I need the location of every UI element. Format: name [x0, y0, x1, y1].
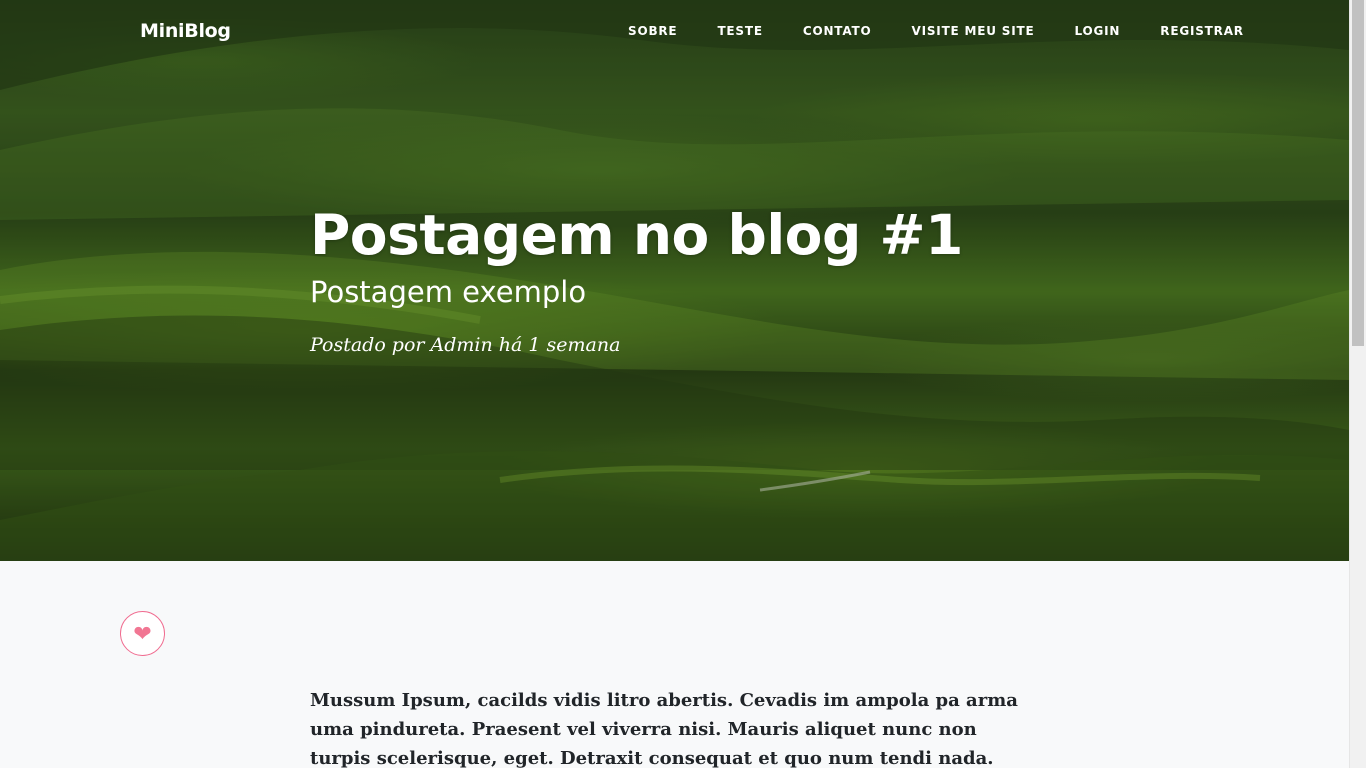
main-nav: SOBRE TESTE CONTATO VISITE MEU SITE LOGI… — [628, 24, 1284, 38]
nav-link-sobre[interactable]: SOBRE — [628, 24, 677, 38]
post-subtitle: Postagem exemplo — [310, 275, 587, 309]
brand-logo-link[interactable]: MiniBlog — [140, 20, 231, 42]
article-body: Mussum Ipsum, cacilds vidis litro aberti… — [310, 690, 1018, 768]
nav-link-registrar[interactable]: REGISTRAR — [1160, 24, 1244, 38]
vertical-scrollbar[interactable] — [1349, 0, 1366, 768]
nav-link-visite-meu-site[interactable]: VISITE MEU SITE — [912, 24, 1035, 38]
like-button[interactable]: ❤ — [120, 611, 165, 656]
scrollbar-thumb[interactable] — [1352, 0, 1364, 346]
post-meta: Postado por Admin há 1 semana — [310, 334, 621, 356]
heart-icon: ❤ — [133, 620, 152, 646]
post-title: Postagem no blog #1 — [310, 203, 963, 267]
post-heading: Postagem no blog #1 Postagem exemplo Pos… — [310, 200, 963, 356]
nav-link-contato[interactable]: CONTATO — [803, 24, 872, 38]
nav-link-login[interactable]: LOGIN — [1075, 24, 1121, 38]
nav-link-teste[interactable]: TESTE — [717, 24, 762, 38]
